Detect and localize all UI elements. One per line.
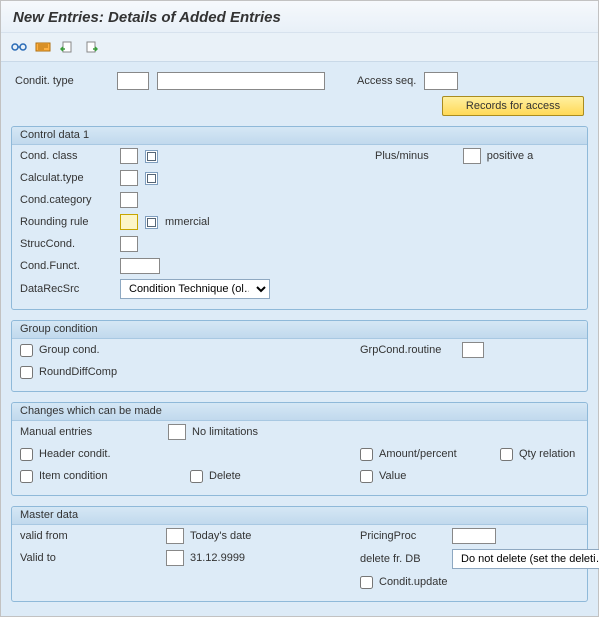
records-for-access-button[interactable]: Records for access <box>442 96 584 116</box>
value-label: Value <box>379 470 406 482</box>
amount-percent-label: Amount/percent <box>379 448 457 460</box>
panel-master-data: Master data valid from Today's date Vali… <box>11 506 588 602</box>
access-seq-input[interactable] <box>424 72 458 90</box>
manual-entries-input[interactable] <box>168 424 186 440</box>
delete-checkbox[interactable] <box>190 470 203 483</box>
calc-type-input[interactable] <box>120 170 138 186</box>
grpcondroutine-label: GrpCond.routine <box>360 344 456 356</box>
rounddiffcomp-label: RoundDiffComp <box>39 366 117 378</box>
panel-changes: Changes which can be made Manual entries… <box>11 402 588 496</box>
delete-db-select[interactable]: Do not delete (set the deleti… <box>452 549 599 569</box>
plus-minus-label: Plus/minus <box>375 150 429 162</box>
toolbar <box>1 33 598 62</box>
item-condition-label: Item condition <box>39 470 107 482</box>
manual-entries-text: No limitations <box>192 426 258 438</box>
condit-type-label: Condit. type <box>15 75 109 87</box>
condit-type-desc-input[interactable] <box>157 72 325 90</box>
panel-title-control: Control data 1 <box>12 127 587 145</box>
panel-control-data-1: Control data 1 Cond. class Plus/minus po… <box>11 126 588 310</box>
f4-help-icon[interactable] <box>144 215 159 230</box>
qty-relation-checkbox[interactable] <box>500 448 513 461</box>
rounddiffcomp-checkbox[interactable] <box>20 366 33 379</box>
f4-help-icon[interactable] <box>144 149 159 164</box>
valid-to-input[interactable] <box>166 550 184 566</box>
valid-from-input[interactable] <box>166 528 184 544</box>
access-seq-label: Access seq. <box>357 75 416 87</box>
valid-from-text: Today's date <box>190 530 251 542</box>
content-area: Condit. type Access seq. Records for acc… <box>1 62 598 616</box>
manual-entries-label: Manual entries <box>20 426 114 438</box>
rounding-rule-input[interactable] <box>120 214 138 230</box>
cond-funct-label: Cond.Funct. <box>20 260 114 272</box>
plus-minus-input[interactable] <box>463 148 481 164</box>
delete-label: Delete <box>209 470 241 482</box>
condit-update-checkbox[interactable] <box>360 576 373 589</box>
datarecsrc-select[interactable]: Condition Technique (ol… <box>120 279 270 299</box>
item-condition-checkbox[interactable] <box>20 470 33 483</box>
page-title: New Entries: Details of Added Entries <box>1 1 598 33</box>
f4-help-icon[interactable] <box>144 171 159 186</box>
valid-to-text: 31.12.9999 <box>190 552 245 564</box>
panel-title-changes: Changes which can be made <box>12 403 587 421</box>
condit-type-code-input[interactable] <box>117 72 149 90</box>
cond-category-input[interactable] <box>120 192 138 208</box>
cond-class-input[interactable] <box>120 148 138 164</box>
condit-update-label: Condit.update <box>379 576 448 588</box>
struc-cond-input[interactable] <box>120 236 138 252</box>
pricingproc-input[interactable] <box>452 528 496 544</box>
valid-to-label: Valid to <box>20 552 114 564</box>
plus-minus-text: positive a <box>487 150 533 162</box>
struc-cond-label: StrucCond. <box>20 238 114 250</box>
grpcondroutine-input[interactable] <box>462 342 484 358</box>
rounding-rule-label: Rounding rule <box>20 216 114 228</box>
group-cond-checkbox[interactable] <box>20 344 33 357</box>
window: New Entries: Details of Added Entries Co… <box>0 0 599 617</box>
pricingproc-label: PricingProc <box>360 530 446 542</box>
qty-relation-label: Qty relation <box>519 448 575 460</box>
condition-type-row: Condit. type Access seq. <box>11 72 588 90</box>
datarecsrc-label: DataRecSrc <box>20 283 114 295</box>
next-entry-icon[interactable] <box>83 39 99 55</box>
value-checkbox[interactable] <box>360 470 373 483</box>
valid-from-label: valid from <box>20 530 114 542</box>
group-cond-label: Group cond. <box>39 344 100 356</box>
cond-class-label: Cond. class <box>20 150 114 162</box>
panel-group-condition: Group condition Group cond. RoundDiffCom… <box>11 320 588 392</box>
header-condit-checkbox[interactable] <box>20 448 33 461</box>
cond-funct-input[interactable] <box>120 258 160 274</box>
header-condit-label: Header condit. <box>39 448 111 460</box>
cond-category-label: Cond.category <box>20 194 114 206</box>
panel-title-group: Group condition <box>12 321 587 339</box>
delete-db-label: delete fr. DB <box>360 553 446 565</box>
amount-percent-checkbox[interactable] <box>360 448 373 461</box>
other-entry-icon[interactable] <box>35 39 51 55</box>
prev-entry-icon[interactable] <box>59 39 75 55</box>
rounding-rule-text: mmercial <box>165 216 210 228</box>
panel-title-master: Master data <box>12 507 587 525</box>
glasses-icon[interactable] <box>11 39 27 55</box>
calc-type-label: Calculat.type <box>20 172 114 184</box>
